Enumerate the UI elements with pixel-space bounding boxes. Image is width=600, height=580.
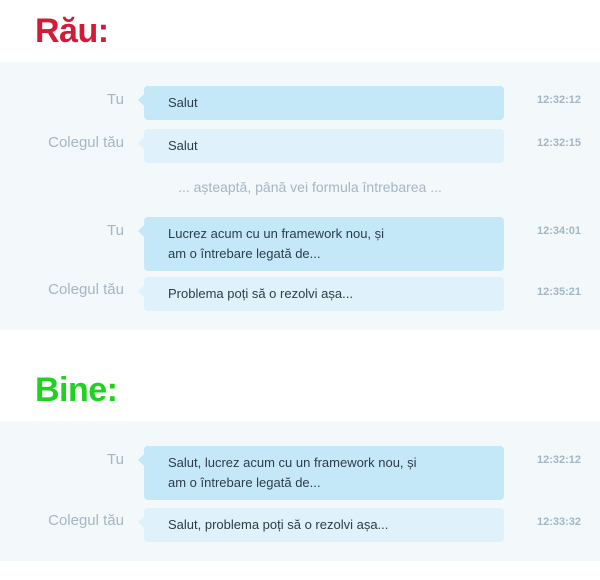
good-example-heading: Bine: (35, 371, 118, 409)
waiting-note: ... așteaptă, până vei formula întrebare… (178, 179, 442, 195)
message-sender: Tu (107, 222, 124, 239)
message-bubble: Salut, problema poți să o rezolvi așa... (138, 508, 504, 542)
good-example-chat: Tu Salut, lucrez acum cu un framework no… (0, 421, 600, 561)
message-sender: Tu (107, 451, 124, 468)
message-timestamp: 12:32:12 (537, 94, 582, 106)
message-sender: Colegul tău (48, 134, 124, 151)
message-sender: Colegul tău (48, 512, 124, 529)
message-timestamp: 12:32:12 (537, 454, 582, 466)
message-sender: Tu (107, 91, 124, 108)
message-timestamp: 12:34:01 (537, 225, 582, 237)
message-bubble: Salut (138, 129, 504, 163)
message-bubble: Problema poți să o rezolvi așa... (138, 277, 504, 311)
message-bubble: Salut, lucrez acum cu un framework nou, … (138, 446, 504, 500)
message-bubble: Lucrez acum cu un framework nou, și am o… (138, 217, 504, 271)
bad-example-chat: Tu Salut 12:32:12 Colegul tău Salut 12:3… (0, 62, 600, 330)
bad-example-heading: Rău: (35, 12, 109, 50)
message-sender: Colegul tău (48, 281, 124, 298)
message-bubble: Salut (138, 86, 504, 120)
message-timestamp: 12:33:32 (537, 516, 582, 528)
message-timestamp: 12:32:15 (537, 137, 582, 149)
message-timestamp: 12:35:21 (537, 286, 582, 298)
